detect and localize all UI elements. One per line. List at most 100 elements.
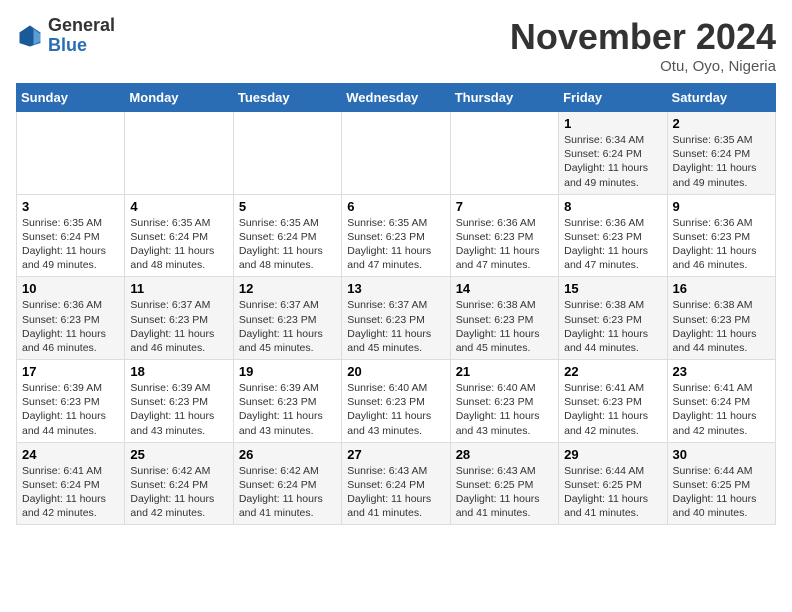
calendar-week-3: 10 Sunrise: 6:36 AM Sunset: 6:23 PM Dayli… <box>17 277 776 360</box>
calendar-cell: 24 Sunrise: 6:41 AM Sunset: 6:24 PM Dayli… <box>17 442 125 525</box>
day-number: 26 <box>239 447 336 462</box>
calendar-cell: 11 Sunrise: 6:37 AM Sunset: 6:23 PM Dayli… <box>125 277 233 360</box>
day-info: Sunrise: 6:35 AM Sunset: 6:24 PM Dayligh… <box>673 133 770 190</box>
calendar-cell: 8Sunrise: 6:36 AM Sunset: 6:23 PM Daylig… <box>559 194 667 277</box>
day-info: Sunrise: 6:40 AM Sunset: 6:23 PM Dayligh… <box>347 381 444 438</box>
day-number: 18 <box>130 364 227 379</box>
day-number: 9 <box>673 199 770 214</box>
header-thursday: Thursday <box>450 84 558 112</box>
day-number: 2 <box>673 116 770 131</box>
day-number: 28 <box>456 447 553 462</box>
day-info: Sunrise: 6:41 AM Sunset: 6:23 PM Dayligh… <box>564 381 661 438</box>
day-number: 23 <box>673 364 770 379</box>
calendar-cell: 4Sunrise: 6:35 AM Sunset: 6:24 PM Daylig… <box>125 194 233 277</box>
calendar-body: 1Sunrise: 6:34 AM Sunset: 6:24 PM Daylig… <box>17 112 776 525</box>
calendar-cell: 16 Sunrise: 6:38 AM Sunset: 6:23 PM Dayli… <box>667 277 775 360</box>
calendar-table: Sunday Monday Tuesday Wednesday Thursday… <box>16 83 776 525</box>
calendar-cell: 15Sunrise: 6:38 AM Sunset: 6:23 PM Dayli… <box>559 277 667 360</box>
calendar-cell: 18 Sunrise: 6:39 AM Sunset: 6:23 PM Dayli… <box>125 360 233 443</box>
day-number: 27 <box>347 447 444 462</box>
day-number: 3 <box>22 199 119 214</box>
day-info: Sunrise: 6:37 AM Sunset: 6:23 PM Dayligh… <box>239 298 336 355</box>
calendar-cell: 5 Sunrise: 6:35 AM Sunset: 6:24 PM Daylig… <box>233 194 341 277</box>
day-number: 16 <box>673 281 770 296</box>
day-number: 11 <box>130 281 227 296</box>
calendar-cell: 13Sunrise: 6:37 AM Sunset: 6:23 PM Dayli… <box>342 277 450 360</box>
calendar-cell: 22 Sunrise: 6:41 AM Sunset: 6:23 PM Dayli… <box>559 360 667 443</box>
day-number: 12 <box>239 281 336 296</box>
day-info: Sunrise: 6:39 AM Sunset: 6:23 PM Dayligh… <box>22 381 119 438</box>
weekday-header-row: Sunday Monday Tuesday Wednesday Thursday… <box>17 84 776 112</box>
day-info: Sunrise: 6:35 AM Sunset: 6:24 PM Dayligh… <box>130 216 227 273</box>
day-info: Sunrise: 6:41 AM Sunset: 6:24 PM Dayligh… <box>22 464 119 521</box>
title-block: November 2024 Otu, Oyo, Nigeria <box>510 16 776 75</box>
day-info: Sunrise: 6:44 AM Sunset: 6:25 PM Dayligh… <box>564 464 661 521</box>
calendar-week-5: 24 Sunrise: 6:41 AM Sunset: 6:24 PM Dayli… <box>17 442 776 525</box>
calendar-cell <box>450 112 558 195</box>
day-info: Sunrise: 6:39 AM Sunset: 6:23 PM Dayligh… <box>130 381 227 438</box>
calendar-cell <box>233 112 341 195</box>
day-number: 10 <box>22 281 119 296</box>
header-monday: Monday <box>125 84 233 112</box>
header-saturday: Saturday <box>667 84 775 112</box>
month-title: November 2024 <box>510 16 776 58</box>
calendar-cell: 27 Sunrise: 6:43 AM Sunset: 6:24 PM Dayli… <box>342 442 450 525</box>
day-info: Sunrise: 6:38 AM Sunset: 6:23 PM Dayligh… <box>673 298 770 355</box>
day-info: Sunrise: 6:43 AM Sunset: 6:24 PM Dayligh… <box>347 464 444 521</box>
calendar-cell: 1Sunrise: 6:34 AM Sunset: 6:24 PM Daylig… <box>559 112 667 195</box>
calendar-cell: 14Sunrise: 6:38 AM Sunset: 6:23 PM Dayli… <box>450 277 558 360</box>
calendar-week-1: 1Sunrise: 6:34 AM Sunset: 6:24 PM Daylig… <box>17 112 776 195</box>
calendar-cell: 3 Sunrise: 6:35 AM Sunset: 6:24 PM Daylig… <box>17 194 125 277</box>
calendar-cell: 7 Sunrise: 6:36 AM Sunset: 6:23 PM Daylig… <box>450 194 558 277</box>
day-number: 6 <box>347 199 444 214</box>
calendar-cell: 17 Sunrise: 6:39 AM Sunset: 6:23 PM Dayli… <box>17 360 125 443</box>
day-number: 17 <box>22 364 119 379</box>
day-number: 8 <box>564 199 661 214</box>
calendar-cell: 26Sunrise: 6:42 AM Sunset: 6:24 PM Dayli… <box>233 442 341 525</box>
day-info: Sunrise: 6:37 AM Sunset: 6:23 PM Dayligh… <box>347 298 444 355</box>
day-number: 5 <box>239 199 336 214</box>
day-info: Sunrise: 6:36 AM Sunset: 6:23 PM Dayligh… <box>673 216 770 273</box>
day-number: 24 <box>22 447 119 462</box>
day-info: Sunrise: 6:35 AM Sunset: 6:24 PM Dayligh… <box>239 216 336 273</box>
calendar-cell: 9 Sunrise: 6:36 AM Sunset: 6:23 PM Daylig… <box>667 194 775 277</box>
logo: General Blue <box>16 16 115 56</box>
calendar-cell: 2 Sunrise: 6:35 AM Sunset: 6:24 PM Daylig… <box>667 112 775 195</box>
calendar-cell: 23 Sunrise: 6:41 AM Sunset: 6:24 PM Dayli… <box>667 360 775 443</box>
day-info: Sunrise: 6:35 AM Sunset: 6:24 PM Dayligh… <box>22 216 119 273</box>
logo-text: General Blue <box>48 16 115 56</box>
header-friday: Friday <box>559 84 667 112</box>
header-tuesday: Tuesday <box>233 84 341 112</box>
day-number: 19 <box>239 364 336 379</box>
header-wednesday: Wednesday <box>342 84 450 112</box>
day-info: Sunrise: 6:37 AM Sunset: 6:23 PM Dayligh… <box>130 298 227 355</box>
calendar-cell: 29Sunrise: 6:44 AM Sunset: 6:25 PM Dayli… <box>559 442 667 525</box>
calendar-week-2: 3 Sunrise: 6:35 AM Sunset: 6:24 PM Daylig… <box>17 194 776 277</box>
day-info: Sunrise: 6:36 AM Sunset: 6:23 PM Dayligh… <box>22 298 119 355</box>
day-info: Sunrise: 6:36 AM Sunset: 6:23 PM Dayligh… <box>456 216 553 273</box>
day-number: 14 <box>456 281 553 296</box>
calendar-cell: 30Sunrise: 6:44 AM Sunset: 6:25 PM Dayli… <box>667 442 775 525</box>
calendar-cell: 19 Sunrise: 6:39 AM Sunset: 6:23 PM Dayli… <box>233 360 341 443</box>
day-info: Sunrise: 6:42 AM Sunset: 6:24 PM Dayligh… <box>130 464 227 521</box>
calendar-cell: 20Sunrise: 6:40 AM Sunset: 6:23 PM Dayli… <box>342 360 450 443</box>
calendar-cell <box>125 112 233 195</box>
day-number: 7 <box>456 199 553 214</box>
day-info: Sunrise: 6:41 AM Sunset: 6:24 PM Dayligh… <box>673 381 770 438</box>
calendar-header: Sunday Monday Tuesday Wednesday Thursday… <box>17 84 776 112</box>
calendar-cell <box>17 112 125 195</box>
location: Otu, Oyo, Nigeria <box>510 58 776 75</box>
day-info: Sunrise: 6:43 AM Sunset: 6:25 PM Dayligh… <box>456 464 553 521</box>
logo-icon <box>16 22 44 50</box>
calendar-cell: 28 Sunrise: 6:43 AM Sunset: 6:25 PM Dayli… <box>450 442 558 525</box>
calendar-cell: 25Sunrise: 6:42 AM Sunset: 6:24 PM Dayli… <box>125 442 233 525</box>
day-info: Sunrise: 6:39 AM Sunset: 6:23 PM Dayligh… <box>239 381 336 438</box>
day-info: Sunrise: 6:40 AM Sunset: 6:23 PM Dayligh… <box>456 381 553 438</box>
calendar-cell: 12 Sunrise: 6:37 AM Sunset: 6:23 PM Dayli… <box>233 277 341 360</box>
calendar-cell: 6Sunrise: 6:35 AM Sunset: 6:23 PM Daylig… <box>342 194 450 277</box>
calendar-cell: 21Sunrise: 6:40 AM Sunset: 6:23 PM Dayli… <box>450 360 558 443</box>
page-header: General Blue November 2024 Otu, Oyo, Nig… <box>16 16 776 75</box>
day-number: 22 <box>564 364 661 379</box>
day-number: 30 <box>673 447 770 462</box>
day-info: Sunrise: 6:38 AM Sunset: 6:23 PM Dayligh… <box>564 298 661 355</box>
